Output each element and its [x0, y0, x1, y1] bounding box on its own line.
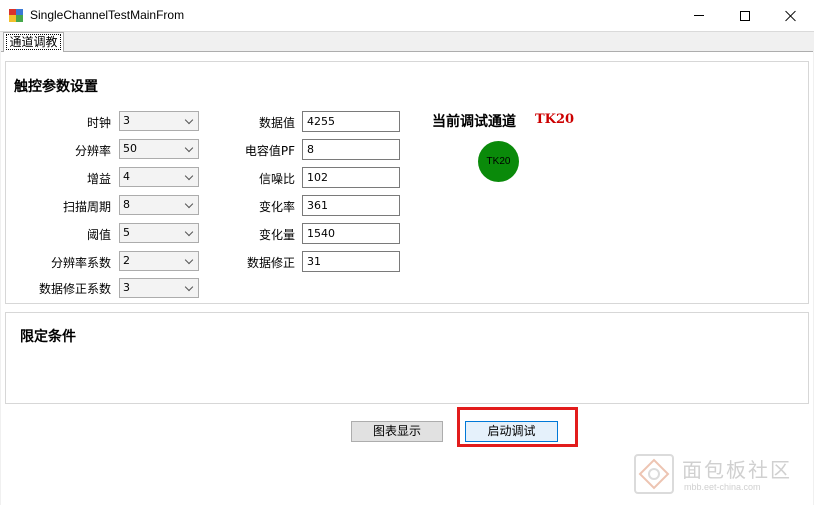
chart-display-button[interactable]: 图表显示	[351, 421, 443, 442]
current-channel-value: TK20	[535, 112, 575, 127]
start-debug-button[interactable]: 启动调试	[465, 421, 558, 442]
close-icon	[785, 10, 797, 22]
watermark-subtext: mbb.eet-china.com	[684, 482, 761, 492]
capacitance-field[interactable]: 8	[302, 139, 400, 160]
capacitance-label: 电容值PF	[244, 144, 295, 158]
current-channel-label: 当前调试通道	[432, 114, 516, 130]
clock-value: 3	[123, 114, 130, 127]
gain-select[interactable]: 4	[119, 167, 199, 187]
chevron-down-icon	[184, 115, 194, 125]
watermark-logo-icon	[634, 454, 674, 494]
threshold-value: 5	[123, 226, 130, 239]
data-value-field[interactable]: 4255	[302, 111, 400, 132]
chevron-down-icon	[184, 199, 194, 209]
tab-label: 通道调教	[6, 34, 61, 50]
tab-channel-tuning[interactable]: 通道调教	[3, 32, 64, 52]
minimize-button[interactable]	[676, 0, 722, 31]
chevron-down-icon	[184, 143, 194, 153]
clock-label: 时钟	[86, 116, 111, 130]
watermark: 面包板社区 mbb.eet-china.com	[632, 452, 812, 500]
resolution-coefficient-select[interactable]: 2	[119, 251, 199, 271]
resolution-value: 50	[123, 142, 137, 155]
close-button[interactable]	[768, 0, 814, 31]
scan-period-value: 8	[123, 198, 130, 211]
threshold-select[interactable]: 5	[119, 223, 199, 243]
maximize-button[interactable]	[722, 0, 768, 31]
limit-conditions-group	[5, 312, 809, 404]
watermark-text: 面包板社区	[682, 458, 792, 482]
change-rate-field[interactable]: 361	[302, 195, 400, 216]
change-rate-label: 变化率	[258, 200, 295, 214]
resolution-coefficient-value: 2	[123, 254, 130, 267]
resolution-select[interactable]: 50	[119, 139, 199, 159]
gain-value: 4	[123, 170, 130, 183]
title-bar: SingleChannelTestMainFrom	[0, 0, 814, 31]
channel-indicator: TK20	[478, 141, 519, 182]
app-icon	[9, 9, 23, 22]
threshold-label: 阈值	[86, 228, 111, 242]
minimize-icon	[694, 15, 704, 16]
data-value-label: 数据值	[258, 116, 295, 130]
snr-field[interactable]: 102	[302, 167, 400, 188]
data-correction-label: 数据修正	[246, 256, 295, 270]
change-amount-label: 变化量	[258, 228, 295, 242]
chevron-down-icon	[184, 227, 194, 237]
resolution-label: 分辨率	[74, 144, 111, 158]
snr-label: 信噪比	[258, 172, 295, 186]
chevron-down-icon	[184, 282, 194, 292]
window-title: SingleChannelTestMainFrom	[30, 8, 185, 22]
scan-period-label: 扫描周期	[62, 200, 111, 214]
maximize-icon	[740, 10, 750, 21]
clock-select[interactable]: 3	[119, 111, 199, 131]
gain-label: 增益	[86, 172, 111, 186]
limit-conditions-title: 限定条件	[20, 329, 76, 345]
touch-params-title: 触控参数设置	[14, 79, 98, 95]
data-correction-field[interactable]: 31	[302, 251, 400, 272]
resolution-coefficient-label: 分辨率系数	[50, 256, 111, 270]
change-amount-field[interactable]: 1540	[302, 223, 400, 244]
scan-period-select[interactable]: 8	[119, 195, 199, 215]
data-correction-coefficient-select[interactable]: 3	[119, 278, 199, 298]
chevron-down-icon	[184, 171, 194, 181]
data-correction-coefficient-value: 3	[123, 281, 130, 294]
chevron-down-icon	[184, 255, 194, 265]
data-correction-coefficient-label: 数据修正系数	[38, 282, 111, 296]
